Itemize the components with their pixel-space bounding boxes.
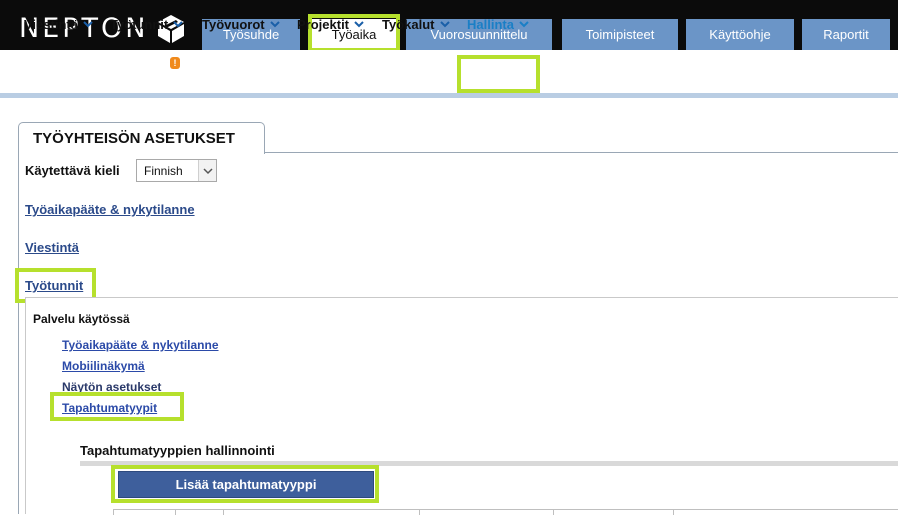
- service-link-tyoaikapaate[interactable]: Työaikapääte & nykytilanne: [62, 338, 219, 352]
- table-column-divider: [223, 510, 224, 515]
- language-value: Finnish: [144, 163, 183, 178]
- subnav-tyotunnit[interactable]: Työtunnit: [110, 15, 183, 33]
- language-label: Käytettävä kieli: [25, 163, 120, 178]
- highlight-add-button: [111, 465, 379, 503]
- chevron-down-icon: [83, 21, 93, 28]
- dropdown-arrow-icon: [198, 160, 216, 181]
- section-link-viestinta[interactable]: Viestintä: [25, 240, 79, 255]
- panel-border-left: [18, 152, 19, 514]
- event-type-table: [113, 509, 898, 515]
- tab-label: Raportit: [823, 27, 869, 42]
- notification-badge: !: [170, 57, 180, 69]
- subnav-viestinta[interactable]: Viestintä: [24, 15, 93, 33]
- chevron-down-icon: [519, 21, 529, 28]
- subnav-label: Projektit: [297, 16, 350, 32]
- subnav-hallinta[interactable]: Hallinta: [467, 15, 529, 33]
- highlight-tapahtumatyypit: [50, 392, 184, 421]
- subnav-tyokalut[interactable]: Työkalut: [382, 15, 450, 33]
- panel-tab-title: TYÖYHTEISÖN ASETUKSET: [18, 122, 265, 154]
- sub-navigation: [0, 50, 898, 94]
- tab-toimipisteet[interactable]: Toimipisteet: [562, 19, 678, 50]
- chevron-down-icon: [354, 21, 364, 28]
- management-title: Tapahtumatyyppien hallinnointi: [80, 443, 275, 458]
- subnav-label: Työtunnit: [110, 16, 169, 32]
- table-column-divider: [553, 510, 554, 515]
- highlight-subnav-hallinta: [457, 55, 540, 93]
- subnav-projektit[interactable]: Projektit: [297, 15, 364, 33]
- tab-raportit[interactable]: Raportit: [802, 19, 890, 50]
- subnav-label: Työvuorot: [202, 16, 265, 32]
- tab-kayttoohje[interactable]: Käyttöohje: [686, 19, 794, 50]
- language-select[interactable]: Finnish: [136, 159, 217, 182]
- service-link-mobiilinakyma[interactable]: Mobiilinäkymä: [62, 359, 145, 373]
- tab-label: Käyttöohje: [709, 27, 771, 42]
- panel-title: TYÖYHTEISÖN ASETUKSET: [33, 130, 235, 147]
- chevron-down-icon: [173, 21, 183, 28]
- chevron-down-icon: [439, 21, 450, 28]
- table-column-divider: [419, 510, 420, 515]
- subnav-label: Hallinta: [467, 16, 514, 32]
- table-column-divider: [673, 510, 674, 515]
- chevron-down-icon: [269, 21, 280, 28]
- subnav-tyovuorot[interactable]: Työvuorot: [202, 15, 280, 33]
- subnav-label: Viestintä: [24, 16, 78, 32]
- subnav-label: Työkalut: [382, 16, 435, 32]
- table-column-divider: [175, 510, 176, 515]
- panel-border-top: [264, 152, 898, 153]
- section-link-tyoaikapaate[interactable]: Työaikapääte & nykytilanne: [25, 202, 195, 217]
- service-title: Palvelu käytössä: [33, 312, 130, 326]
- tab-label: Toimipisteet: [585, 27, 655, 42]
- subnav-divider: [0, 93, 898, 98]
- table-column-divider: [113, 510, 114, 515]
